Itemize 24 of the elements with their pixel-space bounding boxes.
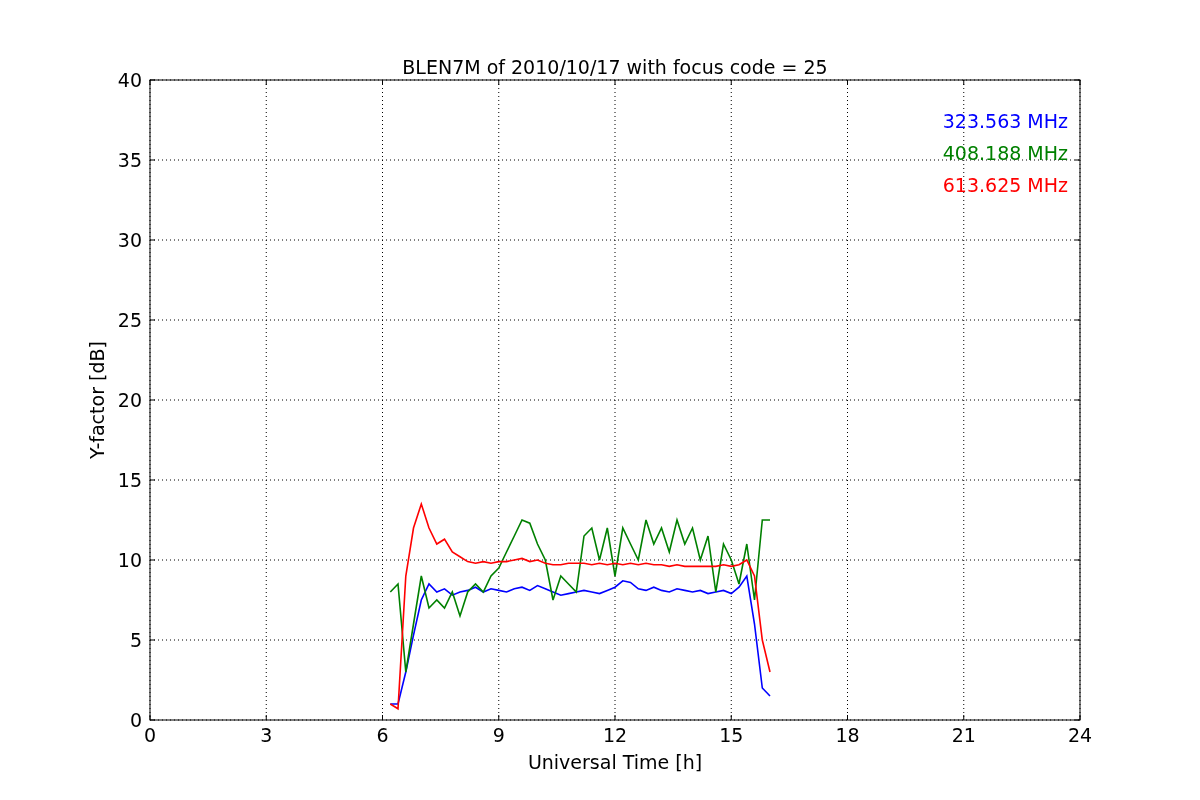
legend-label: 408.188 MHz: [942, 142, 1068, 164]
chart-title: BLEN7M of 2010/10/17 with focus code = 25: [402, 56, 828, 78]
tick-label: 15: [719, 724, 744, 746]
tick-label: 18: [835, 724, 860, 746]
tick-label: 10: [117, 549, 142, 571]
tick-label: 24: [1067, 724, 1093, 746]
axis-label: Y-factor [dB]: [86, 341, 108, 459]
tick-label: 9: [492, 724, 505, 746]
tick-label: 12: [602, 724, 628, 746]
tick-label: 40: [117, 69, 142, 91]
tick-label: 20: [117, 389, 142, 411]
tick-label: 0: [129, 709, 142, 731]
tick-label: 0: [143, 724, 157, 746]
tick-label: 25: [117, 309, 142, 331]
tick-label: 15: [117, 469, 142, 491]
tick-label: 21: [951, 724, 976, 746]
tick-label: 6: [376, 724, 389, 746]
tick-label: 3: [260, 724, 273, 746]
legend-label: 613.625 MHz: [942, 174, 1068, 196]
axis-label: Universal Time [h]: [527, 751, 703, 773]
legend-label: 323.563 MHz: [942, 110, 1068, 132]
tick-label: 35: [117, 149, 142, 171]
tick-label: 30: [117, 229, 142, 251]
tick-label: 5: [129, 629, 142, 651]
